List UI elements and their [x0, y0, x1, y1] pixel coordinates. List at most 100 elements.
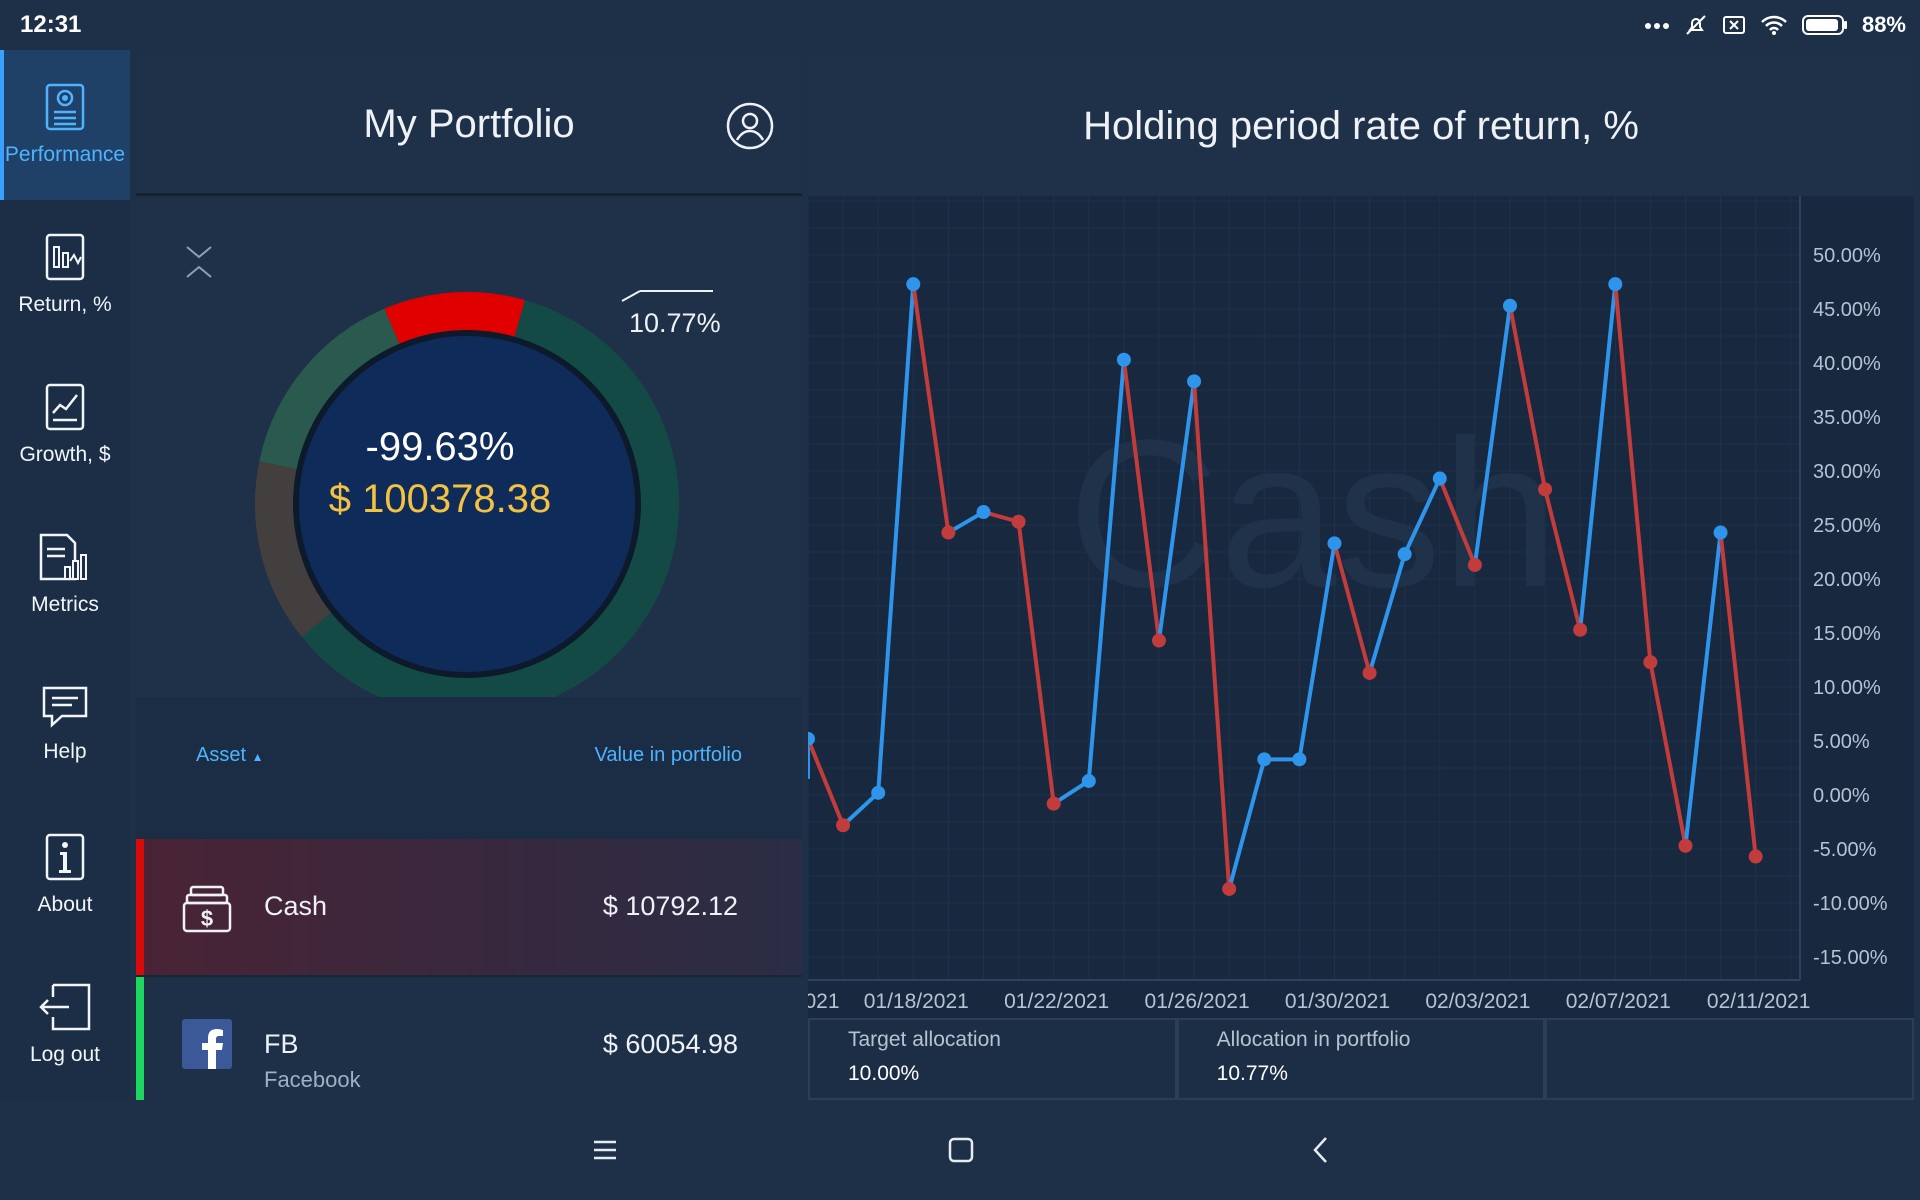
y-tick-label: 35.00%: [1813, 407, 1881, 429]
portfolio-change-pct: -99.63%: [365, 425, 515, 469]
sidebar-item-label: About: [37, 893, 93, 916]
allocation-summary: Target allocation 10.00% Allocation in p…: [808, 1018, 1915, 1100]
chart-panel: Holding period rate of return, % Cash 50…: [808, 56, 1915, 1100]
sidebar-item-help[interactable]: Help: [0, 650, 130, 800]
cash-icon: $: [182, 885, 232, 933]
table-row[interactable]: FB Facebook $ 60054.98: [136, 977, 802, 1115]
y-tick-label: 50.00%: [1813, 245, 1881, 267]
sidebar-item-growth[interactable]: Growth, $: [0, 350, 130, 500]
series-segment: [1613, 283, 1653, 663]
data-point[interactable]: [1257, 752, 1272, 767]
series-segment: [911, 283, 951, 533]
sidebar-item-logout[interactable]: Log out: [0, 950, 130, 1100]
data-point[interactable]: [1292, 752, 1307, 767]
allocation-callout: 10.77%: [629, 308, 721, 338]
battery-icon: [1801, 15, 1847, 35]
data-point[interactable]: [941, 525, 956, 540]
x-tick-label: 021: [808, 990, 840, 1013]
data-point[interactable]: [1538, 482, 1553, 497]
sidebar-item-metrics[interactable]: Metrics: [0, 500, 130, 650]
target-allocation-label: Target allocation: [848, 1028, 1001, 1051]
more-dots-icon: [1644, 23, 1669, 29]
asset-table-header: Asset ▲ Value in portfolio: [136, 697, 802, 839]
return-chart[interactable]: Cash 50.00% 45.00% 40.00% 35.00% 30.00% 25.00…: [808, 196, 1914, 1018]
status-time: 12:31: [20, 11, 82, 38]
sidebar-item-performance[interactable]: Performance: [0, 50, 130, 200]
data-point[interactable]: [1081, 773, 1096, 788]
data-point[interactable]: [1748, 849, 1763, 864]
portfolio-header: My Portfolio: [136, 56, 802, 196]
donut-segment-cash[interactable]: [384, 292, 525, 348]
back-icon[interactable]: [1308, 1130, 1334, 1170]
home-icon[interactable]: [948, 1130, 974, 1170]
data-point[interactable]: [836, 818, 851, 833]
sidebar: Performance Return, % Growth, $ Metrics …: [0, 50, 130, 1100]
asset-value: $ 60054.98: [602, 1029, 738, 1059]
series-segment: [1718, 532, 1758, 857]
asset-value: $ 10792.12: [602, 891, 738, 921]
data-point[interactable]: [1327, 536, 1342, 551]
sort-asset-column[interactable]: Asset ▲: [196, 744, 263, 767]
wifi-icon: [1761, 15, 1787, 35]
return-chart-icon: [45, 233, 85, 281]
data-point[interactable]: [1643, 655, 1658, 670]
table-row[interactable]: $ Cash $ 10792.12: [136, 839, 802, 977]
chart-title: Holding period rate of return, %: [1083, 103, 1639, 148]
series-segment: [808, 738, 845, 826]
data-point[interactable]: [1187, 374, 1202, 389]
data-point[interactable]: [906, 277, 921, 292]
sidebar-item-label: Log out: [29, 1043, 101, 1066]
y-tick-label: 10.00%: [1813, 677, 1881, 699]
sidebar-item-label: Help: [43, 740, 87, 763]
y-tick-label: 0.00%: [1813, 785, 1870, 807]
sidebar-item-label: Growth, $: [19, 443, 111, 466]
facebook-icon: [182, 1019, 232, 1069]
sidebar-item-label: Performance: [4, 143, 126, 166]
performance-icon: [45, 83, 85, 131]
y-tick-label: 45.00%: [1813, 299, 1881, 321]
data-point[interactable]: [871, 785, 886, 800]
target-allocation-value: 10.00%: [848, 1062, 920, 1085]
sidebar-item-label: Return, %: [18, 293, 112, 316]
data-point[interactable]: [1046, 796, 1061, 811]
sim-off-icon: [1722, 16, 1745, 34]
data-point[interactable]: [1467, 557, 1482, 572]
chart-header: Holding period rate of return, %: [808, 56, 1914, 196]
status-bar: 12:31 88%: [0, 0, 1920, 50]
profile-icon[interactable]: [726, 102, 774, 150]
data-point[interactable]: [976, 505, 991, 520]
row-color-bar: [136, 839, 144, 975]
sidebar-item-about[interactable]: About: [0, 800, 130, 950]
svg-text:$: $: [201, 906, 213, 931]
data-point[interactable]: [1678, 838, 1693, 853]
row-color-bar: [136, 977, 144, 1113]
series-segment: [1227, 758, 1267, 890]
data-point[interactable]: [1713, 525, 1728, 540]
x-tick-label: 02/03/2021: [1425, 990, 1530, 1013]
series-segment: [1016, 521, 1056, 804]
menu-icon[interactable]: [592, 1130, 618, 1170]
data-point[interactable]: [1222, 881, 1237, 896]
return-line-chart[interactable]: Cash 50.00%45.00%40.00%35.00%30.00%25.00…: [808, 196, 1914, 1018]
portfolio-total-value: $ 100378.38: [328, 477, 552, 521]
x-tick-label: 01/30/2021: [1285, 990, 1390, 1013]
data-point[interactable]: [1573, 622, 1588, 637]
allocation-donut-area: 10.77% -99.63% $ 100378.38: [136, 199, 802, 697]
target-allocation-cell: Target allocation 10.00%: [808, 1018, 1177, 1100]
metrics-icon: [39, 533, 87, 581]
data-point[interactable]: [1608, 277, 1623, 292]
data-point[interactable]: [1502, 298, 1517, 313]
data-point[interactable]: [1011, 514, 1026, 529]
column-header-value[interactable]: Value in portfolio: [595, 744, 743, 767]
data-point[interactable]: [1116, 352, 1131, 367]
data-point[interactable]: [808, 731, 815, 746]
sidebar-item-return[interactable]: Return, %: [0, 200, 130, 350]
battery-level: 88%: [1861, 12, 1906, 37]
data-point[interactable]: [1151, 633, 1166, 648]
data-point[interactable]: [1432, 471, 1447, 486]
help-icon: [42, 686, 88, 728]
series-segment: [876, 284, 916, 793]
data-point[interactable]: [1362, 665, 1377, 680]
data-point[interactable]: [1397, 547, 1412, 562]
info-icon: [45, 833, 85, 881]
